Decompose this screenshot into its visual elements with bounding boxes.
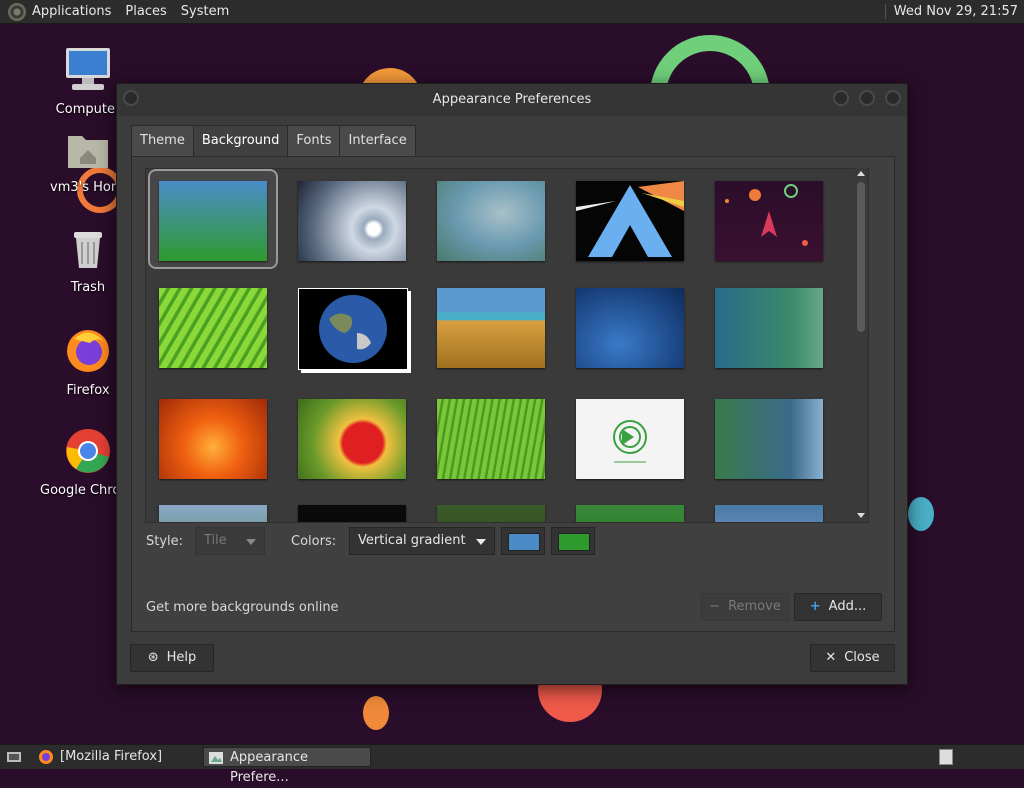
tab-theme[interactable]: Theme [131,125,194,156]
add-button[interactable]: + Add... [794,593,882,621]
primary-color-swatch [508,533,540,551]
close-window-icon[interactable] [885,90,901,106]
style-combo[interactable]: Tile [195,527,265,555]
window-titlebar[interactable]: Appearance Preferences [117,84,907,116]
menu-applications[interactable]: Applications [32,4,111,19]
colors-label: Colors: [291,534,337,549]
close-label: Close [844,650,880,665]
secondary-color-button[interactable] [551,527,595,555]
help-icon: ⊛ [147,650,159,665]
menu-places[interactable]: Places [125,4,166,19]
top-panel: Applications Places System Wed Nov 29, 2… [0,0,1024,24]
scroll-down-icon[interactable] [857,513,865,518]
chevron-down-icon [476,539,486,545]
colors-combo-value: Vertical gradient [358,533,466,548]
remove-button[interactable]: − Remove [701,593,789,621]
appearance-icon [209,752,223,764]
wallpaper-thumb[interactable] [437,181,545,261]
style-label: Style: [146,534,184,549]
wallpaper-thumb[interactable] [437,505,545,522]
colors-combo[interactable]: Vertical gradient [349,527,495,555]
chrome-icon [66,429,110,473]
workspace-switcher[interactable] [939,749,953,765]
window-title: Appearance Preferences [432,92,592,107]
taskbar: [Mozilla Firefox] Appearance Prefere... [0,744,1024,785]
desktop-icon-label: vm3's Home [50,180,126,195]
wallpaper-thumb[interactable] [715,399,823,479]
tab-fonts[interactable]: Fonts [287,125,341,156]
wallpaper-thumb[interactable] [715,505,823,522]
wallpaper-thumb[interactable] [576,505,684,522]
wallpaper-thumb[interactable] [576,181,684,261]
close-icon: ✕ [825,650,837,665]
wallpaper-thumb[interactable] [715,181,823,261]
style-combo-value: Tile [204,533,227,548]
wallpaper-thumb[interactable] [298,288,408,370]
close-button[interactable]: ✕ Close [810,644,895,672]
primary-color-button[interactable] [501,527,545,555]
wallpaper-thumb[interactable] [715,288,823,368]
trash-icon [74,232,102,268]
remove-icon: − [709,599,721,614]
wallpaper-thumb[interactable] [576,288,684,368]
background-controls: Style: Tile Colors: Vertical gradient [132,527,894,567]
add-label: Add... [828,599,867,614]
scrollbar-thumb[interactable] [857,182,865,332]
help-label: Help [166,650,197,665]
firefox-icon [39,750,53,764]
gallery-scrollbar[interactable] [855,168,867,521]
computer-icon [66,48,110,90]
task-appearance-preferences[interactable]: Appearance Prefere... [203,747,371,785]
clock[interactable]: Wed Nov 29, 21:57 [884,4,1018,19]
wallpaper-thumb[interactable] [298,399,406,479]
menu-system[interactable]: System [181,4,229,19]
tab-interface[interactable]: Interface [339,125,416,156]
help-button[interactable]: ⊛ Help [130,644,214,672]
wallpaper-thumb[interactable] [159,288,267,368]
add-icon: + [809,599,821,614]
wallpaper-thumb[interactable] [298,505,406,522]
mate-logo-icon[interactable] [8,2,26,21]
show-desktop-button[interactable] [2,747,28,767]
task-label: [Mozilla Firefox] [60,749,163,764]
appearance-preferences-window: Appearance Preferences Theme Background … [116,83,908,685]
wallpaper-thumb[interactable] [298,181,406,261]
secondary-color-swatch [558,533,590,551]
scroll-up-icon[interactable] [857,171,865,176]
get-more-backgrounds-link[interactable]: Get more backgrounds online [146,600,339,615]
background-pane: Style: Tile Colors: Vertical gradient [131,156,895,632]
show-desktop-icon [7,752,21,762]
remove-label: Remove [728,599,781,614]
wallpaper-gallery [145,168,869,523]
chevron-down-icon [246,539,256,545]
wallpaper-thumb[interactable] [437,288,545,368]
task-firefox[interactable]: [Mozilla Firefox] [34,747,198,767]
firefox-icon [67,330,109,372]
wallpaper-thumb[interactable] [159,181,267,261]
minimize-icon[interactable] [833,90,849,106]
wallpaper-thumb[interactable] [437,399,545,479]
desktop-icon-label: Google Chrome [40,483,124,498]
maximize-icon[interactable] [859,90,875,106]
wallpaper-thumb[interactable] [159,399,267,479]
tab-background[interactable]: Background [192,125,289,157]
home-folder-icon [68,136,108,168]
wallpaper-thumb[interactable] [576,399,684,479]
wallpaper-thumb[interactable] [159,505,267,522]
tab-bar: Theme Background Fonts Interface [131,125,416,157]
